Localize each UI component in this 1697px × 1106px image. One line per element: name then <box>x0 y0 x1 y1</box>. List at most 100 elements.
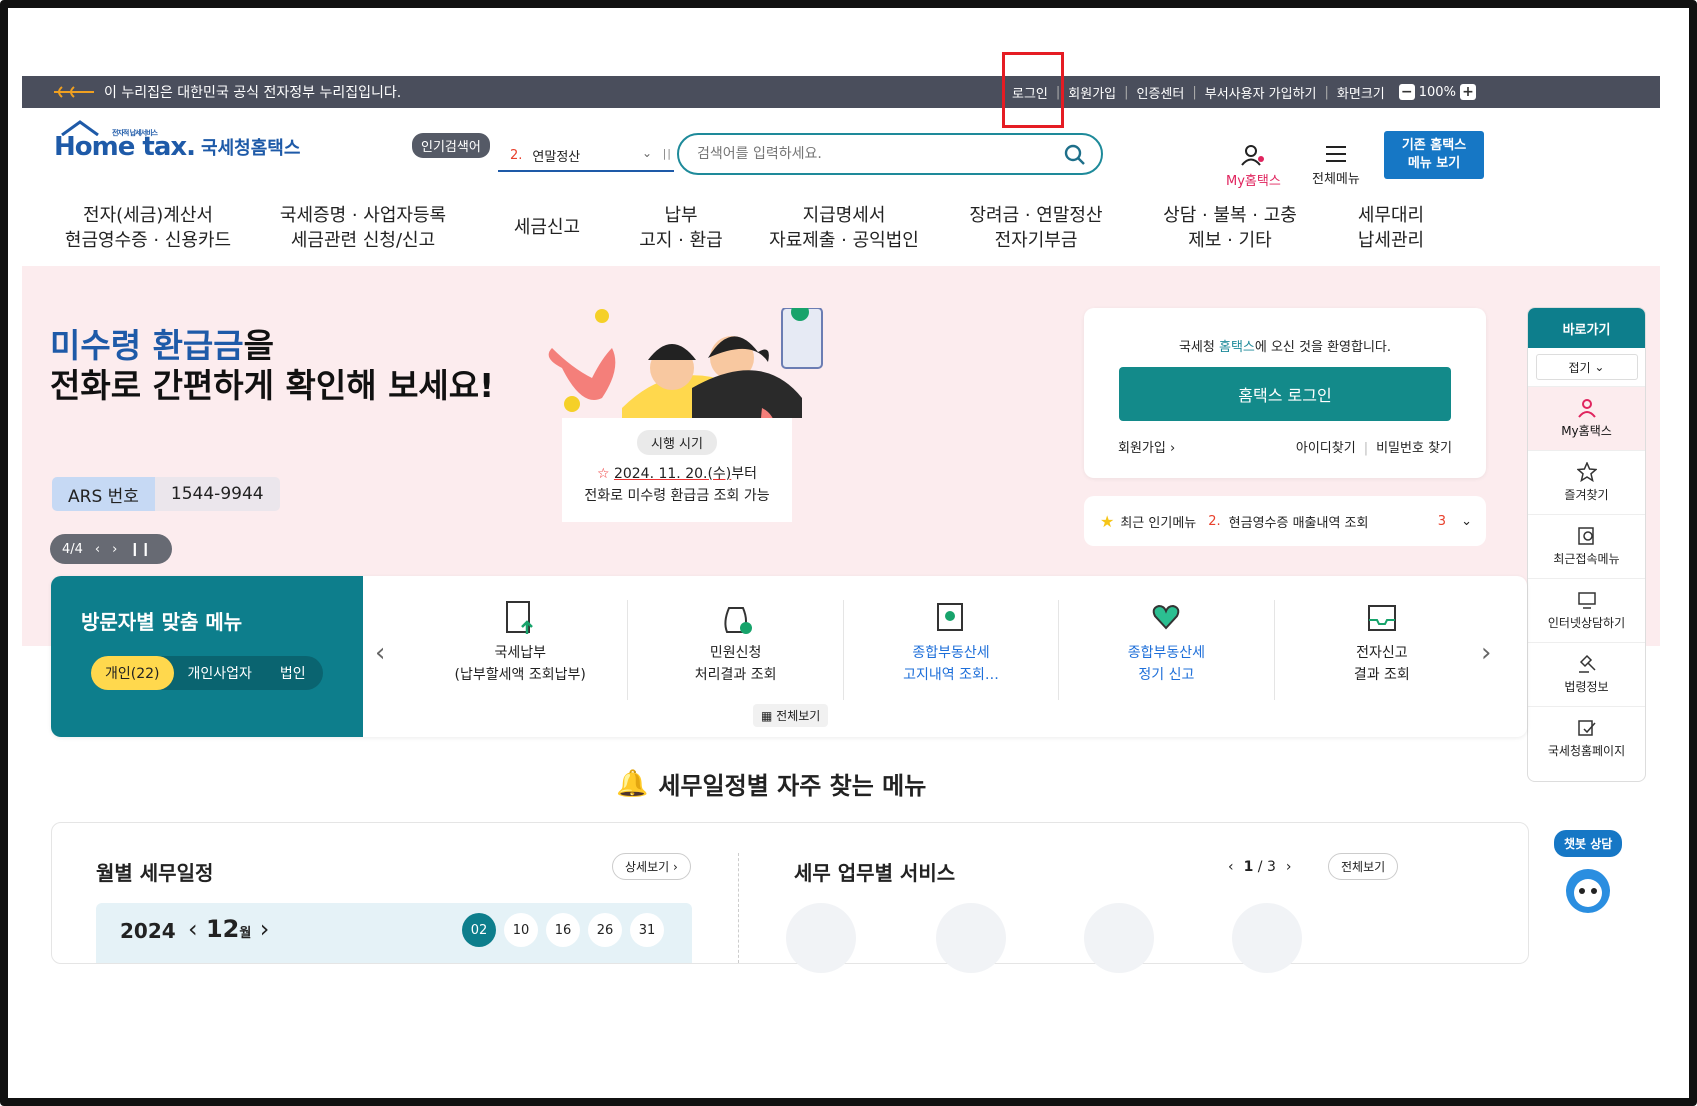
calendar-day[interactable]: 16 <box>546 913 580 947</box>
chevron-right-icon[interactable]: › <box>1481 638 1491 668</box>
star-icon: ☆ <box>596 466 610 482</box>
document-upload-icon <box>506 601 534 634</box>
nav-item-statements[interactable]: 지급명세서 자료제출 · 공익법인 <box>748 203 940 253</box>
gov-topbar: 이 누리집은 대한민국 공식 전자정부 누리집입니다. 로그인 | 회원가입 | 인… <box>22 76 1660 108</box>
top-links: 로그인 | 회원가입 | 인증센터 | 부서사용자 가입하기 | 화면크기 − 100%… <box>1012 76 1476 108</box>
popular-rank: 2. <box>510 147 523 163</box>
chevron-left-icon[interactable]: ‹ <box>95 542 100 557</box>
hometax-logo[interactable]: 전자적 납세서비스 Home tax. 국세청홈택스 <box>54 120 300 162</box>
cert-center-link[interactable]: 인증센터 <box>1137 83 1185 102</box>
nav-item-invoice[interactable]: 전자(세금)계산서 현금영수증 · 신용카드 <box>50 203 246 253</box>
hero-line2: 전화로 간편하게 확인해 보세요! <box>50 366 495 405</box>
gov-notice: 이 누리집은 대한민국 공식 전자정부 누리집입니다. <box>104 85 402 101</box>
house-roof-icon <box>61 120 99 136</box>
nav-item-payment[interactable]: 납부 고지 · 환급 <box>614 203 748 253</box>
tab-individual[interactable]: 개인(22) <box>91 656 174 690</box>
login-card: 국세청 홈택스에 오신 것을 환영합니다. 홈택스 로그인 회원가입 › 아이디… <box>1084 308 1486 478</box>
find-id-link[interactable]: 아이디찾기 <box>1296 441 1356 456</box>
search-input[interactable] <box>695 145 1039 163</box>
visitor-items: 국세납부 (납부할세액 조회납부) 민원신청 처리결과 조회 종합부동산세 고지내역 … <box>413 600 1489 700</box>
logo-tagline: 전자적 납세서비스 <box>112 129 158 137</box>
recent-popular-menu[interactable]: ★ 최근 인기메뉴 2. 현금영수증 매출내역 조회 3 ⌄ <box>1084 496 1486 546</box>
chevron-right-icon[interactable]: › <box>1286 859 1292 875</box>
pause-icon[interactable]: ❙❙ <box>129 542 151 557</box>
chevron-left-icon[interactable]: ‹ <box>1228 859 1234 875</box>
detail-view-button[interactable]: 상세보기 › <box>612 853 691 880</box>
schedule-section-title: 🔔 세무일정별 자주 찾는 메뉴 <box>616 768 927 801</box>
chevron-right-icon[interactable]: › <box>112 542 117 557</box>
gavel-icon <box>1578 654 1596 673</box>
calendar-day[interactable]: 26 <box>588 913 622 947</box>
quick-item-law-info[interactable]: 법령정보 <box>1528 642 1645 706</box>
service-icon-search-person[interactable] <box>1084 903 1154 973</box>
calendar-day[interactable]: 10 <box>504 913 538 947</box>
gov-emblem-icon <box>54 86 94 98</box>
nav-item-incentives[interactable]: 장려금 · 연말정산 전자기부금 <box>940 203 1132 253</box>
visitor-item-property-tax-notice[interactable]: 종합부동산세 고지내역 조회… <box>844 600 1060 700</box>
fold-button[interactable]: 접기 ⌄ <box>1535 354 1638 380</box>
search-icon[interactable] <box>1063 143 1087 167</box>
login-link[interactable]: 로그인 <box>1012 83 1048 102</box>
chevron-left-icon[interactable]: ‹ <box>188 915 198 943</box>
dept-user-join-link[interactable]: 부서사용자 가입하기 <box>1205 83 1317 102</box>
visitor-item-tax-payment[interactable]: 국세납부 (납부할세액 조회납부) <box>413 600 629 700</box>
quick-item-recent-menu[interactable]: 최근접속메뉴 <box>1528 514 1645 578</box>
calendar-strip: 2024 ‹ 12월 › 02 10 16 26 31 <box>96 903 692 963</box>
user-icon <box>1577 399 1596 418</box>
visitor-item-petition-result[interactable]: 민원신청 처리결과 조회 <box>628 600 844 700</box>
old-menu-button[interactable]: 기존 홈택스 메뉴 보기 <box>1384 131 1484 179</box>
nav-item-tax-agent[interactable]: 세무대리 납세관리 <box>1328 203 1454 253</box>
visitor-menu: 방문자별 맞춤 메뉴 개인(22) 개인사업자 법인 ‹ 국세납부 (납부할세액 … <box>51 576 1527 737</box>
quick-item-nts-homepage[interactable]: 국세청홈페이지 <box>1528 706 1645 770</box>
service-icon-cart[interactable] <box>1232 903 1302 973</box>
service-icon-won-doc[interactable] <box>936 903 1006 973</box>
view-all-button[interactable]: ▦ 전체보기 <box>753 704 829 727</box>
quick-item-internet-consult[interactable]: 인터넷상담하기 <box>1528 578 1645 642</box>
visitor-item-property-tax-filing[interactable]: 종합부동산세 정기 신고 <box>1059 600 1275 700</box>
calendar-day[interactable]: 02 <box>462 913 496 947</box>
zoom-out-button[interactable]: − <box>1398 84 1415 100</box>
my-hometax-button[interactable]: My홈택스 <box>1226 144 1281 189</box>
nav-item-certificates[interactable]: 국세증명 · 사업자등록 세금관련 신청/신고 <box>246 203 480 253</box>
notice-line2: 전화로 미수령 환급금 조회 가능 <box>584 488 770 504</box>
user-icon <box>1241 145 1265 166</box>
quick-item-my-hometax[interactable]: My홈택스 <box>1528 386 1645 450</box>
zoom-in-button[interactable]: + <box>1459 84 1476 100</box>
ars-number-box: ARS 번호 1544-9944 <box>52 477 280 511</box>
search-box <box>677 133 1103 175</box>
chevron-left-icon[interactable]: ‹ <box>375 638 385 668</box>
quick-item-favorites[interactable]: 즐겨찾기 <box>1528 450 1645 514</box>
notice-pill: 시행 시기 <box>637 430 717 455</box>
recent-item[interactable]: 현금영수증 매출내역 조회 <box>1229 512 1369 531</box>
my-hometax-label: My홈택스 <box>1226 174 1281 189</box>
chevron-right-icon[interactable]: › <box>260 915 270 943</box>
find-password-link[interactable]: 비밀번호 찾기 <box>1376 441 1452 456</box>
visitor-item-efiling-result[interactable]: 전자신고 결과 조회 <box>1275 600 1489 700</box>
star-icon: ★ <box>1100 511 1115 531</box>
quick-menu-title: 바로가기 <box>1528 308 1645 348</box>
service-pager: ‹ 1 / 3 › <box>1228 859 1292 875</box>
chevron-down-icon[interactable]: ⌄ <box>1461 514 1472 529</box>
popular-search-ticker[interactable]: 2. 연말정산 ⌄ || <box>498 140 674 172</box>
recent-label: 최근 인기메뉴 <box>1120 515 1197 531</box>
join-link[interactable]: 회원가입 › <box>1118 437 1175 456</box>
hometax-login-button[interactable]: 홈택스 로그인 <box>1119 367 1451 421</box>
service-view-all-button[interactable]: 전체보기 <box>1328 853 1399 880</box>
chevron-down-icon[interactable]: ⌄ <box>642 146 652 160</box>
service-icon-home-tax[interactable] <box>786 903 856 973</box>
calendar-day[interactable]: 31 <box>630 913 664 947</box>
chatbot-widget[interactable]: 챗봇 상담 <box>1554 830 1623 921</box>
money-bag-icon <box>724 607 752 634</box>
pause-icon[interactable]: || <box>663 147 672 160</box>
monthly-schedule-title: 월별 세무일정 <box>96 861 214 885</box>
nav-item-tax-filing[interactable]: 세금신고 <box>480 203 614 253</box>
chatbot-label: 챗봇 상담 <box>1554 830 1623 857</box>
hamburger-icon <box>1325 146 1346 162</box>
tab-sole-proprietor[interactable]: 개인사업자 <box>174 663 266 683</box>
nav-item-consulting[interactable]: 상담 · 불복 · 고충 제보 · 기타 <box>1132 203 1328 253</box>
tab-corporation[interactable]: 법인 <box>266 663 320 683</box>
old-menu-line1: 기존 홈택스 <box>1401 138 1467 153</box>
popular-search-label: 인기검색어 <box>412 133 490 158</box>
all-menu-button[interactable]: 전체메뉴 <box>1312 144 1360 187</box>
join-link[interactable]: 회원가입 <box>1068 83 1116 102</box>
